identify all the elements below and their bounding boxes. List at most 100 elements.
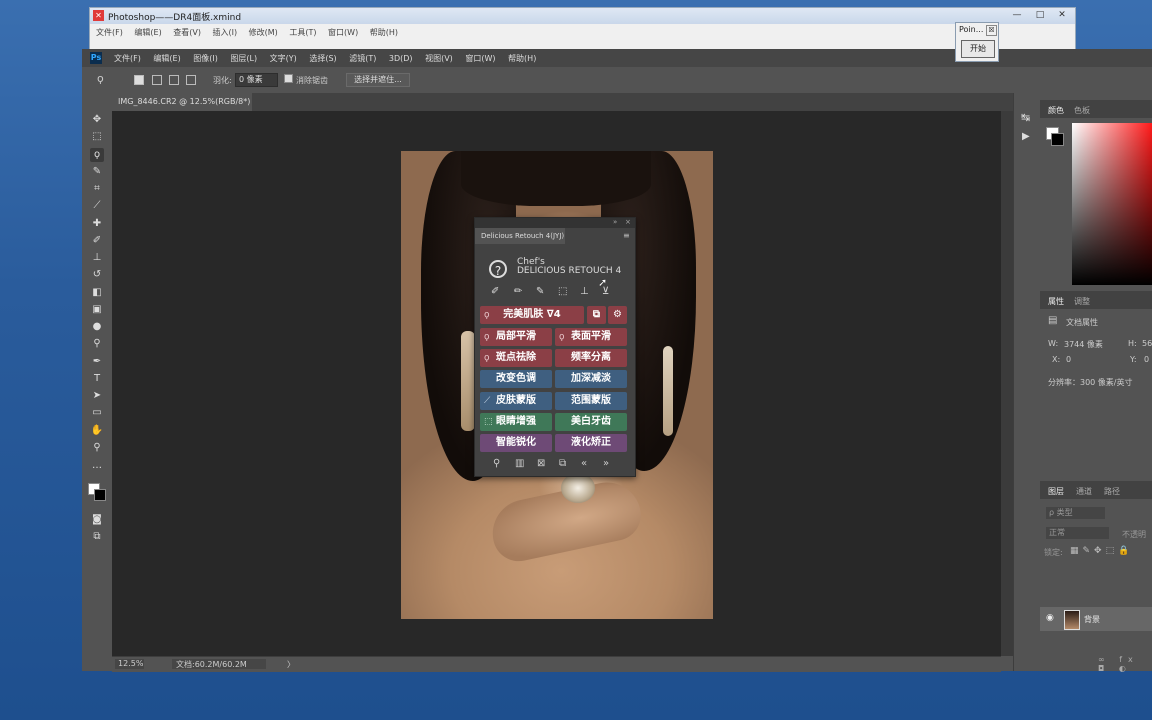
xmind-menu-modify[interactable]: 修改(M) xyxy=(249,28,278,37)
dr-liquify-button[interactable]: 液化矫正 xyxy=(555,434,627,452)
actions-play-icon[interactable]: ▶ xyxy=(1022,131,1030,142)
ps-menu-help[interactable]: 帮助(H) xyxy=(508,54,536,63)
lock-icons[interactable]: ▦✎✥⬚🔒 xyxy=(1070,546,1133,556)
ps-menu-file[interactable]: 文件(F) xyxy=(114,54,141,63)
more-tools-icon[interactable]: … xyxy=(90,459,104,473)
healing-brush-icon[interactable]: ✚ xyxy=(90,217,104,231)
dr-selection-icon[interactable]: ⬚ xyxy=(558,286,567,297)
ps-menu-layer[interactable]: 图层(L) xyxy=(230,54,257,63)
dr-settings-icon[interactable]: ⚙ xyxy=(608,306,627,324)
dr-layers-icon[interactable]: ⧉ xyxy=(559,458,566,469)
background-color-swatch[interactable] xyxy=(94,489,106,501)
eyedropper-tool-icon[interactable]: ⟋ xyxy=(90,199,104,213)
stamp-tool-icon[interactable]: ⊥ xyxy=(90,251,104,265)
blend-mode-select[interactable]: 正常 xyxy=(1046,527,1109,539)
dr-brush-icon[interactable]: ✏ xyxy=(514,286,522,297)
dr-stamp-icon[interactable]: ⊥ xyxy=(580,286,589,297)
pen-tool-icon[interactable]: ✒ xyxy=(90,355,104,369)
x-value[interactable]: 0 xyxy=(1066,355,1071,364)
dr-fit-icon[interactable]: ⊠ xyxy=(537,458,545,469)
ps-menu-select[interactable]: 选择(S) xyxy=(309,54,336,63)
blur-tool-icon[interactable]: ● xyxy=(90,320,104,334)
y-value[interactable]: 0 xyxy=(1144,355,1149,364)
path-select-tool-icon[interactable]: ➤ xyxy=(90,389,104,403)
zoom-level[interactable]: 12.5% xyxy=(115,659,144,669)
dr-prev-icon[interactable]: « xyxy=(581,458,587,469)
xmind-menu-view[interactable]: 查看(V) xyxy=(173,28,201,37)
history-brush-icon[interactable]: ↺ xyxy=(90,268,104,282)
dr-skin-mask-button[interactable]: ⟋ 皮肤蒙版 xyxy=(480,392,552,410)
dr-magic-brush-icon[interactable]: ✐ xyxy=(491,286,499,297)
history-panel-icon[interactable]: ↹ xyxy=(1021,111,1030,124)
popup-start-button[interactable]: 开始 xyxy=(961,40,995,58)
dr-eraser-icon[interactable]: ✎ xyxy=(536,286,544,297)
add-selection-icon[interactable] xyxy=(152,75,162,85)
height-value[interactable]: 56 xyxy=(1142,339,1152,348)
dr-panel-menu-icon[interactable]: ≡ xyxy=(623,231,630,240)
dr-range-mask-button[interactable]: 范围蒙版 xyxy=(555,392,627,410)
xmind-menu-edit[interactable]: 编辑(E) xyxy=(134,28,161,37)
close-button[interactable]: ✕ xyxy=(1050,8,1074,22)
xmind-menu-window[interactable]: 窗口(W) xyxy=(328,28,358,37)
dr-surface-smooth-button[interactable]: ϙ 表面平滑 xyxy=(555,328,627,346)
quick-select-tool-icon[interactable]: ✎ xyxy=(90,165,104,179)
dr-smart-sharpen-button[interactable]: 智能锐化 xyxy=(480,434,552,452)
color-picker-field[interactable] xyxy=(1072,123,1152,285)
dr-next-icon[interactable]: » xyxy=(603,458,609,469)
dr-spot-removal-button[interactable]: ϙ 斑点祛除 xyxy=(480,349,552,367)
dr-panel-grip[interactable]: » × xyxy=(475,218,635,228)
layer-kind-filter[interactable]: ρ 类型 xyxy=(1046,507,1105,519)
tab-paths[interactable]: 路径 xyxy=(1104,486,1120,497)
minimize-button[interactable]: — xyxy=(1005,8,1029,22)
dr-panel-toggle-icon[interactable]: ▥ xyxy=(515,458,524,469)
dr-eye-enhance-button[interactable]: ⬚ 眼睛增强 xyxy=(480,413,552,431)
document-tab[interactable]: IMG_8446.CR2 @ 12.5%(RGB/8*) × xyxy=(112,93,252,124)
dr-tab[interactable]: Delicious Retouch 4(JYJ) xyxy=(475,228,565,244)
dr-close-icon[interactable]: × xyxy=(625,218,631,226)
layer-name[interactable]: 背景 xyxy=(1084,614,1100,625)
antialias-checkbox[interactable] xyxy=(284,74,293,83)
hand-tool-icon[interactable]: ✋ xyxy=(90,424,104,438)
type-tool-icon[interactable]: T xyxy=(90,372,104,386)
tab-layers[interactable]: 图层 xyxy=(1048,486,1064,497)
move-tool-icon[interactable]: ✥ xyxy=(90,113,104,127)
layer-row-background[interactable]: ◉ 背景 xyxy=(1040,607,1152,631)
select-and-mask-button[interactable]: 选择并遮住... xyxy=(346,73,410,87)
tab-swatches[interactable]: 色板 xyxy=(1074,105,1090,116)
ps-menu-type[interactable]: 文字(Y) xyxy=(270,54,297,63)
tab-color[interactable]: 颜色 xyxy=(1048,105,1064,116)
maximize-button[interactable]: □ xyxy=(1028,8,1052,22)
xmind-menu-tools[interactable]: 工具(T) xyxy=(289,28,316,37)
dr-zoom-icon[interactable]: ⚲ xyxy=(493,458,500,469)
dr-change-tone-button[interactable]: 改变色调 xyxy=(480,370,552,388)
subtract-selection-icon[interactable] xyxy=(169,75,179,85)
popup-close-icon[interactable]: ☒ xyxy=(986,25,997,36)
ps-menu-filter[interactable]: 滤镜(T) xyxy=(349,54,376,63)
intersect-selection-icon[interactable] xyxy=(186,75,196,85)
dr-help-icon[interactable]: ? xyxy=(489,260,507,278)
tab-properties[interactable]: 属性 xyxy=(1048,296,1064,307)
dr-local-smooth-button[interactable]: ϙ 局部平滑 xyxy=(480,328,552,346)
dr-frequency-separation-button[interactable]: 频率分离 xyxy=(555,349,627,367)
new-selection-icon[interactable] xyxy=(134,75,144,85)
eraser-tool-icon[interactable]: ◧ xyxy=(90,286,104,300)
dr-teeth-whiten-button[interactable]: 美白牙齿 xyxy=(555,413,627,431)
tab-channels[interactable]: 通道 xyxy=(1076,486,1092,497)
xmind-menu-help[interactable]: 帮助(H) xyxy=(370,28,398,37)
layer-visibility-eye-icon[interactable]: ◉ xyxy=(1046,613,1054,623)
ps-menu-image[interactable]: 图像(I) xyxy=(193,54,218,63)
screen-mode-icon[interactable]: ⧉ xyxy=(90,530,104,544)
quick-mask-icon[interactable]: ◙ xyxy=(90,513,104,527)
tab-adjustments[interactable]: 调整 xyxy=(1074,296,1090,307)
xmind-menu-insert[interactable]: 插入(I) xyxy=(213,28,238,37)
dr-collapse-icon[interactable]: » xyxy=(613,218,617,226)
ps-menu-edit[interactable]: 编辑(E) xyxy=(153,54,180,63)
feather-input[interactable]: 0 像素 xyxy=(235,73,278,87)
lasso-tool-icon[interactable]: ϙ xyxy=(90,148,104,162)
xmind-titlebar[interactable]: ✕ Photoshop——DR4面板.xmind — □ ✕ xyxy=(90,8,1075,24)
dr-copy-layer-icon[interactable]: ⧉ xyxy=(587,306,606,324)
zoom-tool-icon[interactable]: ⚲ xyxy=(90,441,104,455)
ps-menu-window[interactable]: 窗口(W) xyxy=(465,54,495,63)
xmind-menu-file[interactable]: 文件(F) xyxy=(96,28,123,37)
dodge-tool-icon[interactable]: ⚲ xyxy=(90,337,104,351)
